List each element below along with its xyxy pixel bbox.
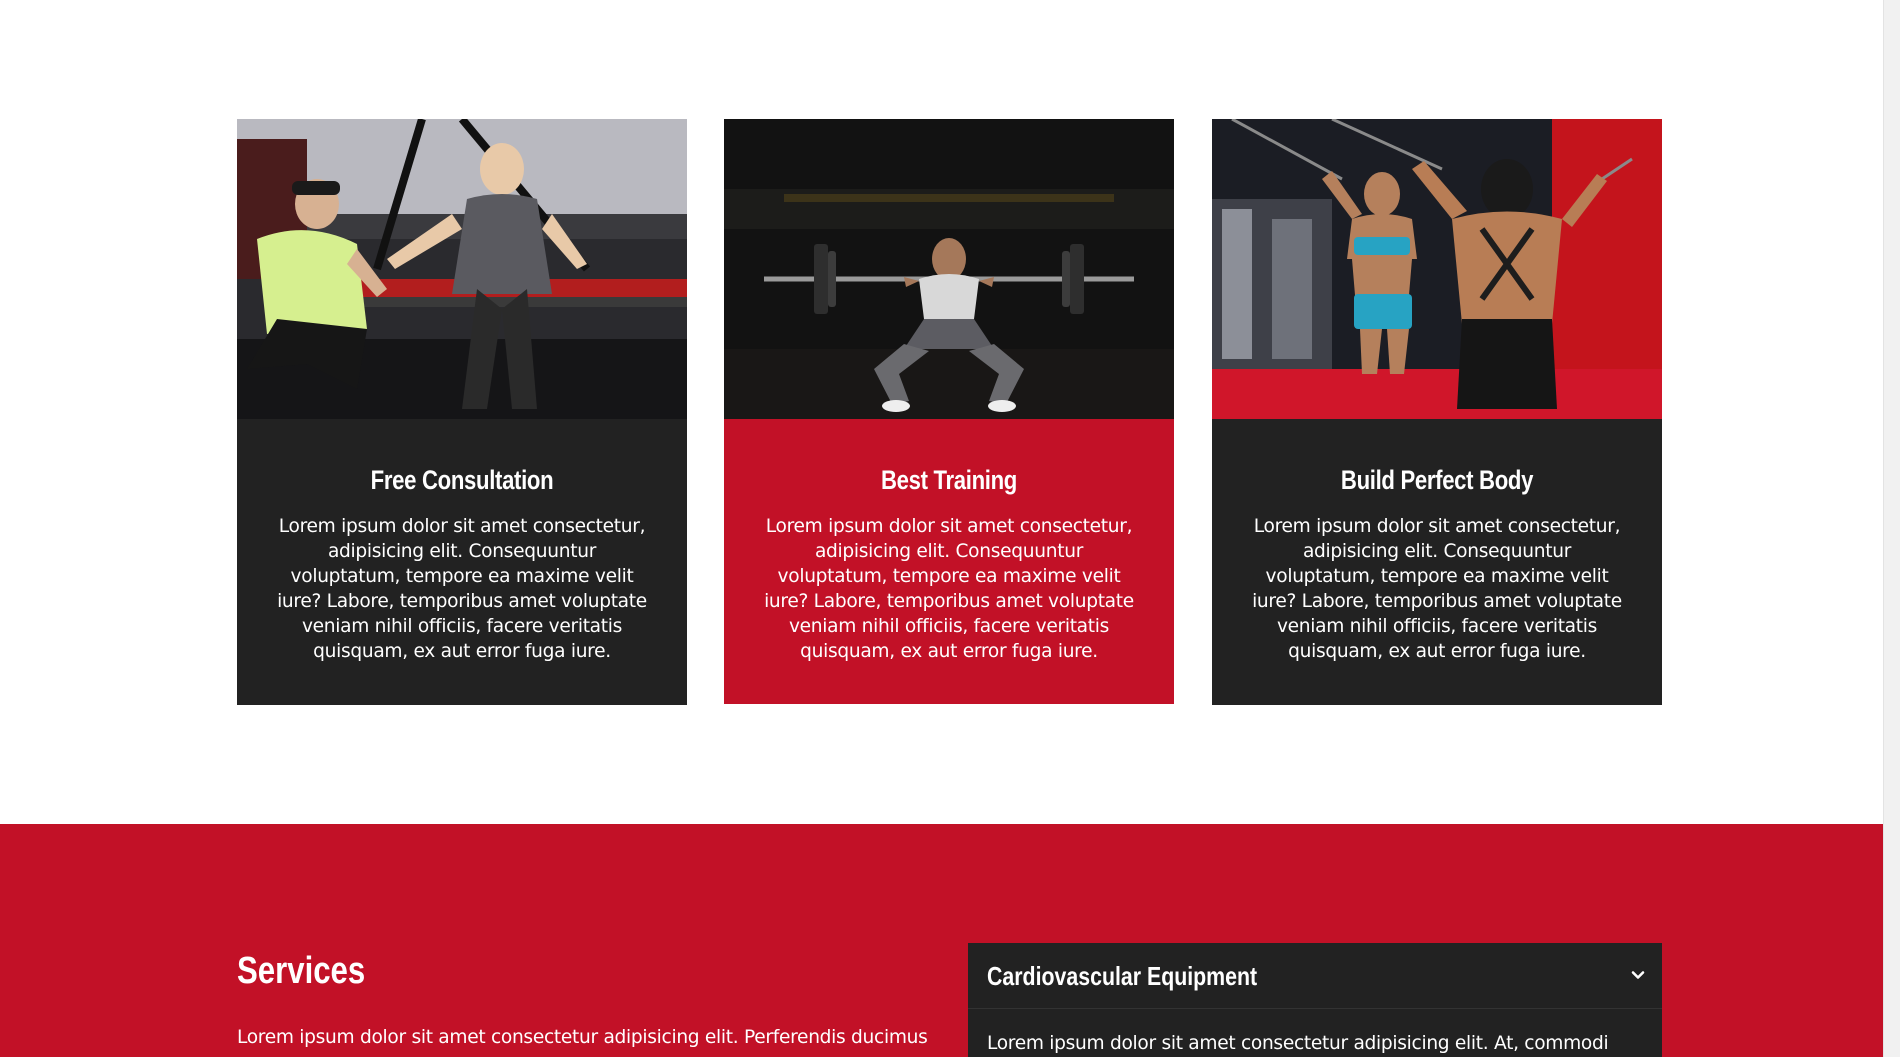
card-body: Best Training Lorem ipsum dolor sit amet… xyxy=(724,419,1174,664)
accordion-title: Cardiovascular Equipment xyxy=(987,961,1258,991)
card-title: Free Consultation xyxy=(370,465,554,495)
feature-card-best-training: Best Training Lorem ipsum dolor sit amet… xyxy=(724,119,1174,704)
card-image-barbell-squat xyxy=(724,119,1174,419)
accordion-header-cardiovascular[interactable]: Cardiovascular Equipment xyxy=(968,943,1662,1009)
services-description: Lorem ipsum dolor sit amet consectetur a… xyxy=(237,1027,928,1048)
card-text: Lorem ipsum dolor sit amet consectetur, … xyxy=(277,516,647,662)
card-image-trainer-and-trx xyxy=(237,119,687,419)
feature-cards: Free Consultation Lorem ipsum dolor sit … xyxy=(237,119,1663,705)
accordion-body: Lorem ipsum dolor sit amet consectetur a… xyxy=(987,1033,1609,1054)
card-text: Lorem ipsum dolor sit amet consectetur, … xyxy=(1252,516,1622,662)
feature-card-build-perfect-body: Build Perfect Body Lorem ipsum dolor sit… xyxy=(1212,119,1662,705)
services-accordion: Cardiovascular Equipment Lorem ipsum dol… xyxy=(968,943,1662,1057)
card-title: Build Perfect Body xyxy=(1340,465,1534,495)
chevron-down-icon xyxy=(1630,967,1646,983)
services-section: Services Lorem ipsum dolor sit amet cons… xyxy=(0,824,1883,1057)
page: Free Consultation Lorem ipsum dolor sit … xyxy=(0,0,1900,1057)
page-scrollbar[interactable] xyxy=(1883,0,1900,1057)
card-image-cable-pull xyxy=(1212,119,1662,419)
services-title: Services xyxy=(237,950,366,992)
card-body: Build Perfect Body Lorem ipsum dolor sit… xyxy=(1212,419,1662,664)
card-title: Best Training xyxy=(881,465,1017,495)
card-body: Free Consultation Lorem ipsum dolor sit … xyxy=(237,419,687,664)
feature-card-free-consultation: Free Consultation Lorem ipsum dolor sit … xyxy=(237,119,687,705)
card-text: Lorem ipsum dolor sit amet consectetur, … xyxy=(764,516,1134,662)
